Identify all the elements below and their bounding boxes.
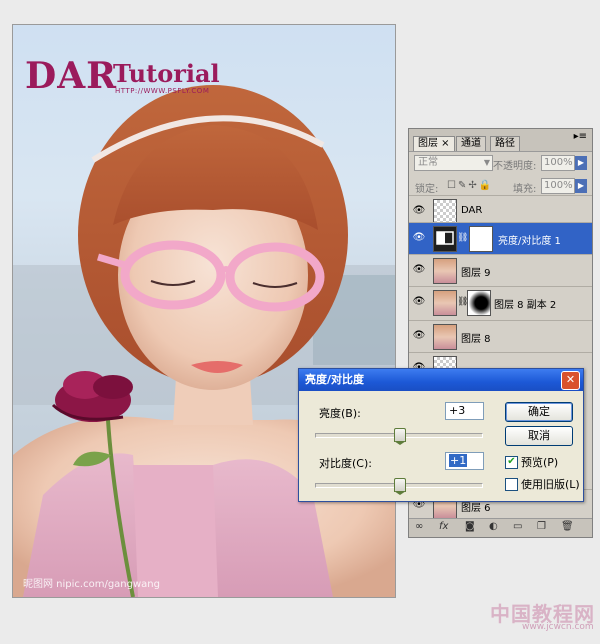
- chain-link-icon[interactable]: ⛓: [457, 233, 468, 243]
- preview-label: 预览(P): [521, 456, 559, 469]
- opacity-input[interactable]: 100%: [541, 155, 575, 171]
- eye-icon[interactable]: 👁: [412, 232, 426, 244]
- tab-channels[interactable]: 通道: [456, 136, 486, 151]
- layer-thumbnail: [433, 290, 457, 316]
- brightness-slider-track[interactable]: [315, 428, 483, 445]
- layer-row-layer9[interactable]: 👁 图层 9: [409, 254, 592, 286]
- dialog-title: 亮度/对比度: [305, 373, 365, 386]
- dialog-titlebar[interactable]: 亮度/对比度 ✕: [299, 369, 583, 391]
- layer-mask-thumbnail: [467, 290, 491, 316]
- layer-row-layer8[interactable]: 👁 图层 8: [409, 320, 592, 352]
- layer-name: 图层 8 副本 2: [494, 300, 557, 311]
- lock-icons[interactable]: ☐✎✢🔒: [447, 180, 493, 191]
- contrast-slider-track[interactable]: [315, 478, 483, 495]
- lock-label: 锁定:: [415, 184, 439, 195]
- brightness-input[interactable]: +3: [445, 402, 484, 420]
- layer-name: 图层 9: [461, 268, 491, 279]
- logo-tutorial-text: Tutorial: [113, 59, 220, 88]
- cancel-button[interactable]: 取消: [505, 426, 573, 446]
- eye-icon[interactable]: 👁: [412, 330, 426, 342]
- eye-icon[interactable]: 👁: [412, 264, 426, 276]
- contrast-slider-thumb[interactable]: [394, 478, 406, 495]
- fill-label: 填充:: [513, 184, 537, 195]
- contrast-value: +1: [449, 454, 468, 467]
- layer-thumbnail: [433, 258, 457, 284]
- layer-thumbnail: [433, 324, 457, 350]
- adjustment-icon[interactable]: ◐: [489, 521, 498, 532]
- contrast-label: 对比度(C):: [319, 457, 372, 470]
- panel-tab-row: 图层 × 通道 路径 ▸≡: [409, 129, 592, 152]
- blend-mode-select[interactable]: 正常 ▼: [414, 155, 493, 171]
- tab-paths[interactable]: 路径: [490, 136, 520, 151]
- legacy-checkbox[interactable]: [505, 478, 518, 491]
- fill-arrow-icon[interactable]: ▶: [575, 179, 587, 193]
- layer-row-brightness-contrast[interactable]: 👁 ⛓ 亮度/对比度 1: [409, 222, 592, 254]
- watermark-jcwcn-url: www.jcwcn.com: [522, 622, 594, 632]
- contrast-input[interactable]: +1: [445, 452, 484, 470]
- brightness-contrast-dialog: 亮度/对比度 ✕ 亮度(B): +3 对比度(C): +1 确定 取消 ✔ 预览…: [298, 368, 584, 502]
- logo-dar-text: DAR: [25, 55, 118, 97]
- link-icon[interactable]: ∞: [415, 521, 423, 532]
- brightness-label: 亮度(B):: [319, 407, 361, 420]
- eye-icon[interactable]: 👁: [412, 205, 426, 217]
- mask-icon[interactable]: ◙: [465, 521, 475, 532]
- logo-url-text: HTTP://WWW.PSFLY.COM: [115, 87, 210, 95]
- legacy-label: 使用旧版(L): [521, 478, 580, 491]
- new-layer-icon[interactable]: ❐: [537, 521, 546, 532]
- trash-icon[interactable]: 🗑: [561, 521, 574, 532]
- folder-icon[interactable]: ▭: [513, 521, 522, 532]
- layer-mask-thumbnail: [469, 226, 493, 252]
- fill-input[interactable]: 100%: [541, 178, 575, 194]
- opacity-arrow-icon[interactable]: ▶: [575, 156, 587, 170]
- fx-icon[interactable]: fx: [439, 521, 448, 532]
- layer-row-layer8-copy2[interactable]: 👁 ⛓ 图层 8 副本 2: [409, 286, 592, 318]
- tab-layers[interactable]: 图层 ×: [413, 136, 455, 151]
- document-canvas[interactable]: DAR Tutorial HTTP://WWW.PSFLY.COM 昵图网 ni…: [12, 24, 396, 598]
- adjustment-thumbnail-icon: [433, 226, 457, 252]
- layer-name: DAR: [461, 205, 483, 216]
- layers-bottom-bar: ∞ fx ◙ ◐ ▭ ❐ 🗑: [409, 518, 592, 537]
- chevron-down-icon: ▼: [483, 158, 490, 167]
- eye-icon[interactable]: 👁: [412, 296, 426, 308]
- panel-menu-icon[interactable]: ▸≡: [574, 131, 587, 142]
- blend-mode-value: 正常: [418, 157, 438, 168]
- brightness-slider-thumb[interactable]: [394, 428, 406, 445]
- portrait-image: [13, 85, 395, 597]
- layer-name: 图层 8: [461, 334, 491, 345]
- blend-row: 正常 ▼ 不透明度: 100% ▶: [409, 152, 592, 174]
- opacity-label: 不透明度:: [493, 161, 537, 172]
- checkmark-icon: ✔: [507, 456, 516, 467]
- close-icon[interactable]: ✕: [561, 371, 580, 390]
- ok-button[interactable]: 确定: [505, 402, 573, 422]
- preview-checkbox[interactable]: ✔: [505, 456, 518, 469]
- watermark-nipic: 昵图网 nipic.com/gangwang: [23, 579, 160, 590]
- layer-name: 亮度/对比度 1: [498, 236, 561, 247]
